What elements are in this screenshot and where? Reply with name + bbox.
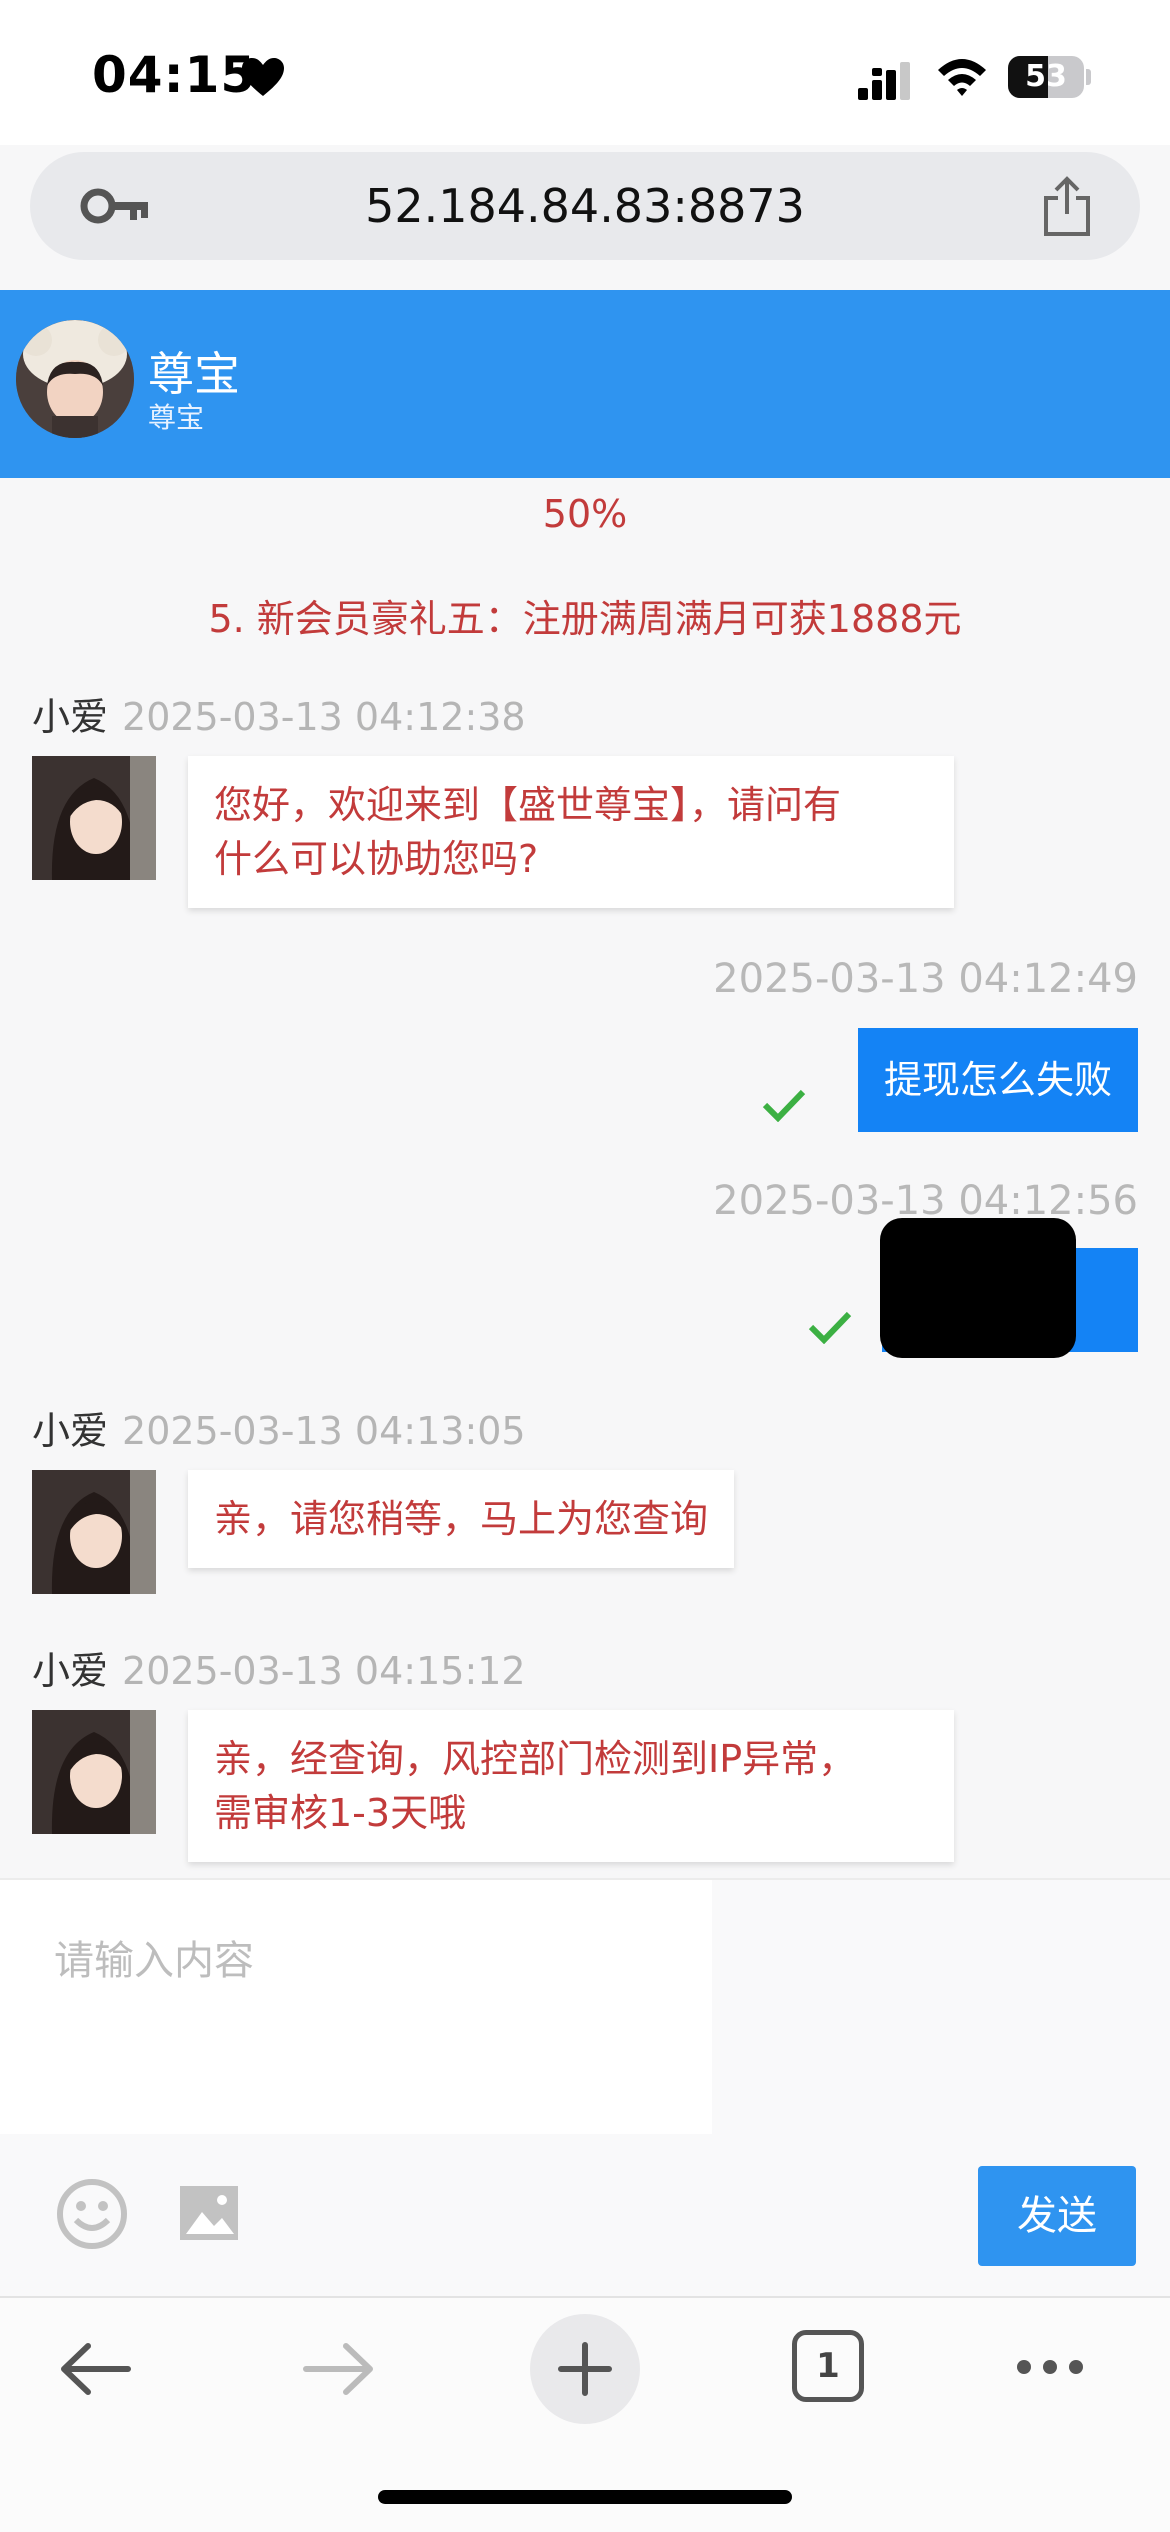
home-indicator[interactable] <box>378 2490 792 2504</box>
chat-subtitle: 尊宝 <box>148 401 205 434</box>
message-bubble-incoming: 您好，欢迎来到【盛世尊宝】，请问有 什么可以协助您吗? <box>188 756 954 908</box>
status-time: 04:15 <box>92 46 257 104</box>
message-line: 什么可以协助您吗? <box>214 837 539 881</box>
message-line: 亲，请您稍等，马上为您查询 <box>214 1497 709 1541</box>
message-line: 亲，经查询，风控部门检测到IP异常， <box>214 1737 857 1781</box>
message-line: 您好，欢迎来到【盛世尊宝】，请问有 <box>214 783 842 827</box>
chat-header: 尊宝 尊宝 <box>0 290 1170 478</box>
plus-icon[interactable] <box>557 2341 613 2397</box>
check-icon <box>762 1089 806 1122</box>
message-line: 需审核1-3天哦 <box>214 1791 467 1835</box>
message-meta: 小爱 2025-03-13 04:12:38 <box>32 686 526 741</box>
message-input[interactable] <box>0 1880 712 2134</box>
message-meta: 小爱 2025-03-13 04:13:05 <box>32 1400 526 1455</box>
agent-avatar[interactable] <box>32 1710 156 1834</box>
notice-promo: 5. 新会员豪礼五：注册满周满月可获1888元 <box>208 597 962 641</box>
message-list[interactable]: 50% 5. 新会员豪礼五：注册满周满月可获1888元 小爱 2025-03-13… <box>0 478 1170 1878</box>
emoji-icon[interactable] <box>56 2178 128 2250</box>
battery-percent: 53 <box>1025 59 1067 94</box>
send-button[interactable]: 发送 <box>978 2166 1136 2266</box>
more-icon[interactable] <box>1014 2354 1086 2380</box>
new-tab-button[interactable] <box>530 2314 640 2424</box>
sender-name: 小爱 <box>32 1649 109 1693</box>
composer: 发送 <box>0 1878 1170 2296</box>
message-bubble-incoming: 亲，经查询，风控部门检测到IP异常， 需审核1-3天哦 <box>188 1710 954 1862</box>
chat-title: 尊宝 <box>148 347 240 401</box>
message-time: 2025-03-13 04:12:49 <box>713 956 1138 1002</box>
message-time: 2025-03-13 04:15:12 <box>122 1649 526 1693</box>
heart-icon <box>242 58 284 96</box>
browser-page: 04:15 53 52.184.84.83:8873 尊宝 尊宝 50% 5. … <box>0 0 1170 2532</box>
wifi-icon <box>938 59 986 96</box>
message-bubble-incoming: 亲，请您稍等，马上为您查询 <box>188 1470 735 1568</box>
address-bar[interactable]: 52.184.84.83:8873 <box>30 152 1140 260</box>
message-time: 2025-03-13 04:12:38 <box>122 695 526 739</box>
message-bubble-outgoing: 提现怎么失败 <box>857 1028 1138 1132</box>
arrow-left-icon[interactable] <box>58 2342 132 2396</box>
tab-count: 1 <box>816 2346 840 2386</box>
check-icon <box>808 1311 852 1344</box>
avatar[interactable] <box>16 320 134 438</box>
agent-avatar[interactable] <box>32 756 156 880</box>
status-bar: 04:15 53 <box>0 0 1170 145</box>
redaction-mark <box>880 1218 1076 1358</box>
sender-name: 小爱 <box>32 695 109 739</box>
agent-avatar[interactable] <box>32 1470 156 1594</box>
image-icon[interactable] <box>178 2184 240 2242</box>
tabs-button[interactable]: 1 <box>792 2330 864 2402</box>
share-icon[interactable] <box>1040 176 1094 238</box>
arrow-right-icon[interactable] <box>302 2342 376 2396</box>
notice-percent: 50% <box>542 492 628 536</box>
message-time: 2025-03-13 04:13:05 <box>122 1409 526 1453</box>
sender-name: 小爱 <box>32 1409 109 1453</box>
message-meta: 小爱 2025-03-13 04:15:12 <box>32 1640 526 1695</box>
signal-icon <box>858 62 910 100</box>
url-text[interactable]: 52.184.84.83:8873 <box>30 152 1140 260</box>
battery-indicator: 53 <box>1008 56 1091 98</box>
